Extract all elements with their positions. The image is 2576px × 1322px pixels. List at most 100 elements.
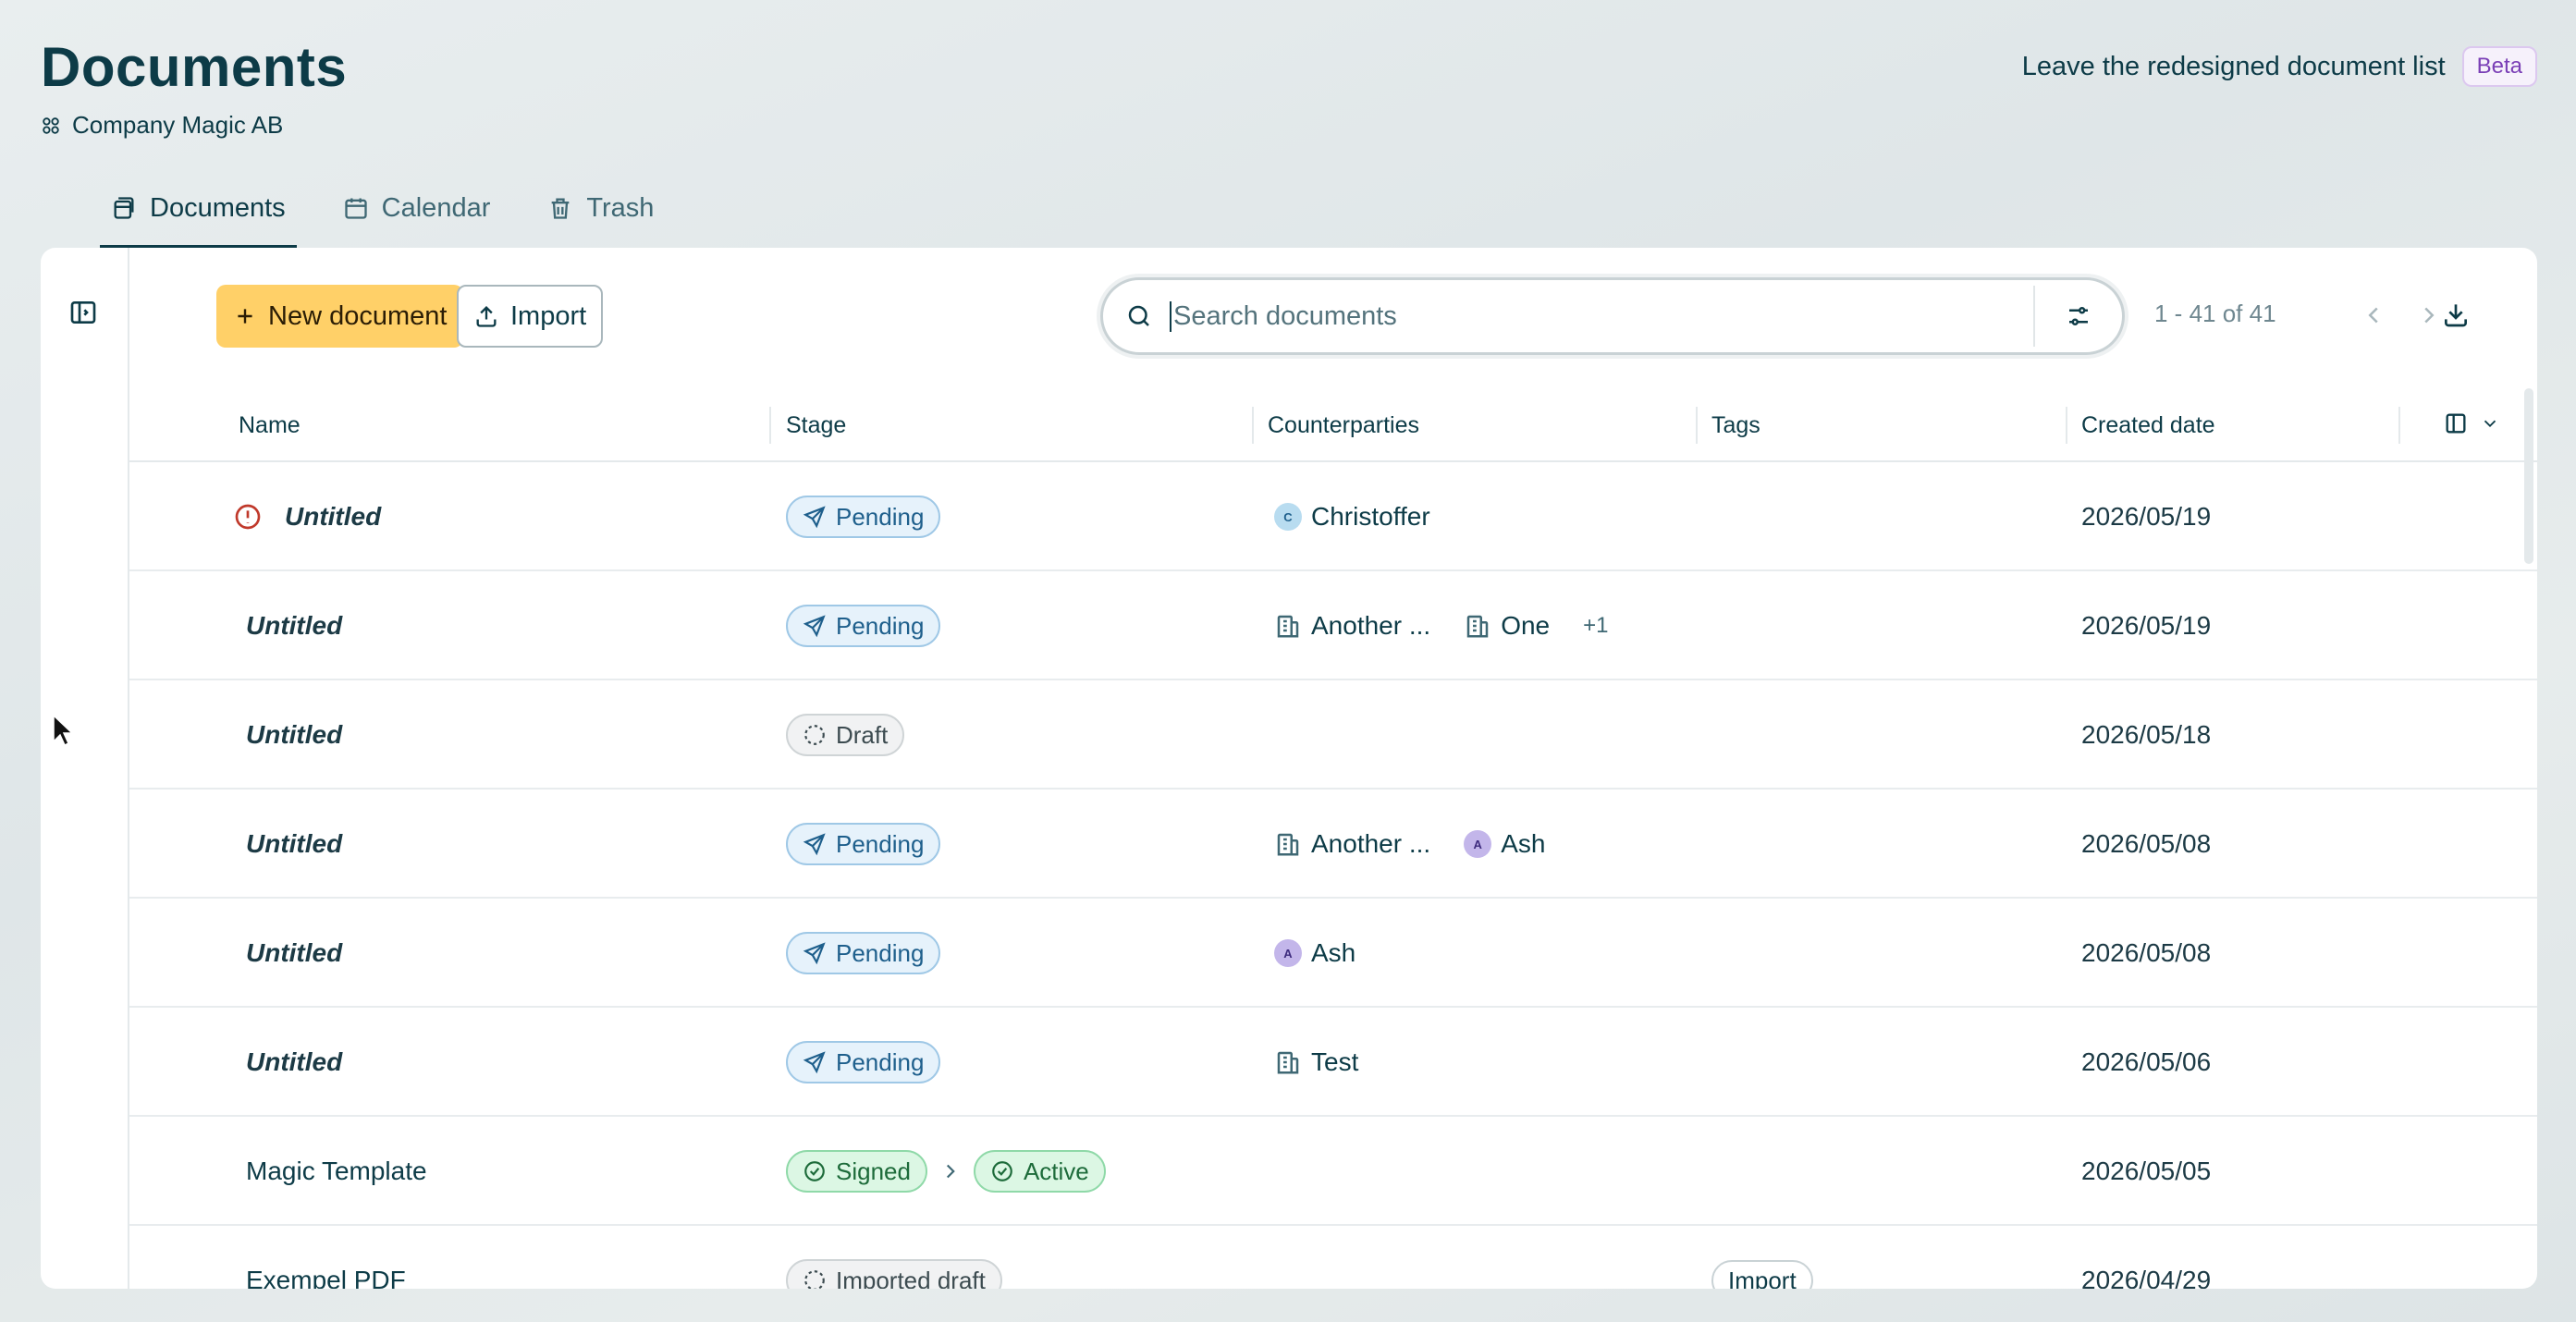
column-divider[interactable] (1252, 407, 1254, 444)
chevron-left-icon[interactable] (2360, 301, 2387, 329)
leave-redesign-link[interactable]: Leave the redesigned document list (2022, 52, 2446, 82)
name-cell: Untitled (246, 571, 342, 680)
company-switcher[interactable]: Company Magic AB (41, 111, 283, 140)
created-date: 2026/05/08 (2081, 938, 2212, 967)
beta-badge: Beta (2461, 46, 2537, 87)
company-name: Company Magic AB (72, 111, 284, 139)
document-name[interactable]: Untitled (246, 1047, 342, 1077)
table-row[interactable]: Untitled Pending Test 2026/05/06 (129, 1008, 2537, 1117)
stage-label: Draft (836, 720, 889, 749)
tab-trash[interactable]: Trash (536, 168, 665, 248)
stage-cell: Imported draft (786, 1226, 1002, 1289)
chevron-right-icon[interactable] (2415, 301, 2443, 329)
stage-label: Pending (836, 829, 925, 858)
table-row[interactable]: Exempel PDF Imported draft Import 2026/04/2… (129, 1226, 2537, 1289)
column-settings-button[interactable] (2443, 410, 2500, 436)
counterparty[interactable]: Another ... (1274, 829, 1430, 859)
created-date: 2026/05/05 (2081, 1157, 2212, 1185)
dashed-circle-icon (804, 1270, 825, 1289)
document-name[interactable]: Exempel PDF (246, 1266, 406, 1289)
column-header-counterparties[interactable]: Counterparties (1268, 388, 1419, 462)
column-divider[interactable] (1696, 407, 1698, 444)
document-name[interactable]: Untitled (246, 938, 342, 968)
document-name[interactable]: Untitled (246, 829, 342, 859)
stage-label: Pending (836, 1047, 925, 1076)
documents-table: Name Stage Counterparties Tags Created d… (129, 388, 2537, 1289)
download-icon[interactable] (2441, 300, 2471, 329)
import-button[interactable]: Import (457, 285, 604, 348)
stage-label: Pending (836, 502, 925, 531)
table-row[interactable]: Magic Template Signed Active 2026/05/05 (129, 1117, 2537, 1226)
stage-cell: Pending (786, 462, 941, 571)
counterparty[interactable]: A Ash (1274, 938, 1355, 968)
counterparty[interactable]: Test (1274, 1047, 1358, 1077)
building-icon (1466, 615, 1489, 638)
created-date: 2026/05/19 (2081, 611, 2212, 640)
stage-label: Pending (836, 611, 925, 640)
document-name[interactable]: Magic Template (246, 1157, 427, 1186)
scrollbar[interactable] (2524, 388, 2533, 564)
search-bar (1100, 277, 2125, 355)
column-header-name[interactable]: Name (239, 388, 301, 462)
new-document-button[interactable]: New document (216, 285, 464, 348)
name-cell: Untitled (246, 680, 342, 790)
counterparty[interactable]: One (1464, 611, 1550, 641)
stage-cell: Pending (786, 1008, 941, 1117)
tab-documents[interactable]: Documents (100, 168, 297, 248)
document-name[interactable]: Untitled (285, 502, 381, 532)
stage-badge: Active (973, 1150, 1106, 1193)
table-row[interactable]: Untitled Draft 2026/05/18 (129, 680, 2537, 790)
search-input[interactable] (1170, 300, 2033, 332)
leave-redesign: Leave the redesigned document list Beta (2022, 46, 2537, 87)
more-counterparties[interactable]: +1 (1583, 613, 1608, 639)
name-cell: Untitled (246, 790, 342, 899)
name-cell: Magic Template (246, 1117, 427, 1226)
search-icon (1128, 305, 1149, 326)
table-row[interactable]: Untitled Pending Another ... One +1 2026/05/1… (129, 571, 2537, 680)
stage-badge: Pending (786, 823, 941, 865)
counterparty-name: Christoffer (1311, 502, 1430, 531)
table-row[interactable]: Untitled Pending A Ash 2026/05/08 (129, 899, 2537, 1008)
filter-button[interactable] (2035, 280, 2122, 352)
tab-calendar[interactable]: Calendar (332, 168, 502, 248)
counterparty[interactable]: A Ash (1464, 829, 1545, 859)
stage-label: Active (1023, 1157, 1089, 1185)
document-name[interactable]: Untitled (246, 720, 342, 750)
upload-icon (476, 306, 497, 327)
column-header-tags[interactable]: Tags (1711, 388, 1760, 462)
send-icon (803, 615, 826, 638)
new-document-label: New document (268, 300, 448, 331)
stage-cell: Pending (786, 571, 941, 680)
counterparties-cell: C Christoffer (1274, 462, 1464, 571)
counterparty-name: One (1501, 611, 1551, 640)
stage-cell: Pending (786, 899, 941, 1008)
toggle-sidebar-icon[interactable] (68, 298, 98, 327)
building-icon (1277, 615, 1299, 638)
document-name[interactable]: Untitled (246, 611, 342, 641)
column-divider[interactable] (2066, 407, 2067, 444)
column-header-stage[interactable]: Stage (786, 388, 846, 462)
send-icon (803, 942, 826, 965)
import-label: Import (510, 300, 587, 331)
sliders-icon (2069, 307, 2088, 325)
company-icon (43, 116, 59, 134)
table-row[interactable]: Untitled Pending Another ... A Ash 2026/05/08 (129, 790, 2537, 899)
created-date: 2026/05/18 (2081, 720, 2212, 749)
stage-badge: Pending (786, 932, 941, 974)
counterparty[interactable]: Another ... (1274, 611, 1430, 641)
column-divider[interactable] (2398, 407, 2400, 444)
column-divider[interactable] (769, 407, 771, 444)
name-cell: Untitled (246, 899, 342, 1008)
counterparties-cell: Another ... A Ash (1274, 790, 1578, 899)
stage-cell: Draft (786, 680, 905, 790)
chevron-down-icon (2484, 420, 2496, 428)
tab-label: Calendar (381, 192, 491, 223)
column-header-created-date[interactable]: Created date (2081, 388, 2215, 462)
stage-cell: Pending (786, 790, 941, 899)
counterparty[interactable]: C Christoffer (1274, 502, 1430, 532)
check-circle-icon (992, 1161, 1012, 1181)
chevron-right-icon (946, 1164, 955, 1179)
avatar: A (1464, 830, 1492, 858)
table-row[interactable]: Untitled Pending C Christoffer 2026/05/19 (129, 462, 2537, 571)
tag-chip[interactable]: Import (1711, 1260, 1813, 1289)
